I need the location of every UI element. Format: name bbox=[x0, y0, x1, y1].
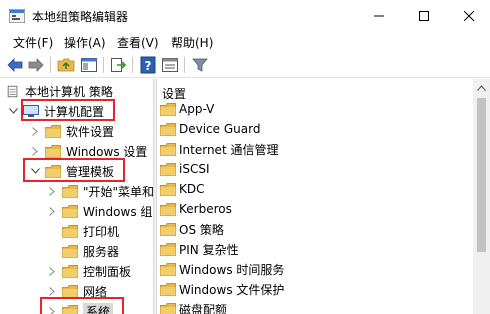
back-arrow-icon[interactable] bbox=[6, 56, 24, 74]
minimize-icon bbox=[374, 15, 384, 16]
minimize-button[interactable] bbox=[356, 0, 402, 31]
folder-icon bbox=[62, 264, 78, 278]
highlight-box-computer-config bbox=[21, 99, 115, 121]
folder-icon bbox=[62, 184, 78, 198]
folder-icon bbox=[160, 302, 176, 314]
chevron-down-icon[interactable] bbox=[8, 101, 18, 121]
forward-arrow-icon[interactable] bbox=[27, 56, 45, 74]
properties-icon[interactable] bbox=[161, 56, 179, 74]
list-item[interactable]: Internet 通信管理 bbox=[160, 139, 278, 159]
highlight-box-system bbox=[40, 297, 124, 314]
list-item-label: Device Guard bbox=[179, 122, 261, 136]
list-item[interactable]: Windows 时间服务 bbox=[160, 259, 284, 279]
list-item-label: KDC bbox=[179, 182, 205, 196]
chevron-right-icon[interactable] bbox=[47, 201, 57, 221]
tree-root[interactable]: 本地计算机 策略 bbox=[6, 81, 113, 101]
folder-icon bbox=[160, 162, 176, 176]
tree-item-windows-components[interactable]: Windows 组 bbox=[47, 201, 152, 221]
list-item-label: Kerberos bbox=[179, 202, 232, 216]
toolbar: ? bbox=[0, 52, 490, 78]
highlight-box-admin-templates bbox=[23, 158, 125, 182]
menu-view[interactable]: 查看(V) bbox=[117, 34, 159, 51]
menu-help[interactable]: 帮助(H) bbox=[171, 34, 213, 51]
folder-icon bbox=[160, 142, 176, 156]
folder-icon bbox=[160, 262, 176, 276]
chevron-right-icon[interactable] bbox=[30, 121, 40, 141]
title-bar: 本地组策略编辑器 bbox=[0, 0, 490, 31]
list-item[interactable]: KDC bbox=[160, 179, 205, 199]
list-item-label: Windows 文件保护 bbox=[179, 282, 285, 297]
tree-item-software-settings[interactable]: 软件设置 bbox=[30, 121, 114, 141]
list-item[interactable]: OS 策略 bbox=[160, 219, 224, 239]
folder-icon bbox=[62, 204, 78, 218]
help-icon[interactable]: ? bbox=[139, 56, 157, 74]
menu-bar: 文件(F) 操作(A) 查看(V) 帮助(H) bbox=[0, 31, 490, 52]
folder-icon bbox=[160, 242, 176, 256]
tree-item-label: Windows 设置 bbox=[66, 144, 148, 159]
tree-item-label: "开始"菜单和 bbox=[83, 184, 153, 199]
show-hide-tree-icon[interactable] bbox=[80, 56, 98, 74]
tree-item-server[interactable]: 服务器 bbox=[62, 241, 119, 261]
list-item[interactable]: iSCSI bbox=[160, 159, 210, 179]
list-item-label: iSCSI bbox=[179, 162, 210, 176]
menu-file[interactable]: 文件(F) bbox=[13, 34, 53, 51]
folder-icon bbox=[160, 102, 176, 116]
folder-icon bbox=[160, 122, 176, 136]
folder-icon bbox=[160, 182, 176, 196]
list-item[interactable]: Windows 文件保护 bbox=[160, 279, 284, 299]
scroll-up-button[interactable] bbox=[473, 79, 490, 96]
folder-icon bbox=[62, 284, 78, 298]
tree-item-label: 服务器 bbox=[83, 244, 120, 259]
list-item-label: App-V bbox=[179, 102, 215, 116]
chevron-right-icon[interactable] bbox=[47, 181, 57, 201]
scroll-thumb[interactable] bbox=[477, 98, 486, 252]
tree-item-label: 控制面板 bbox=[83, 264, 132, 279]
close-icon bbox=[464, 10, 474, 21]
maximize-button[interactable] bbox=[401, 0, 447, 31]
list-item-label: Windows 时间服务 bbox=[179, 262, 285, 277]
folder-icon bbox=[62, 224, 78, 238]
folder-icon bbox=[160, 202, 176, 216]
window-title: 本地组策略编辑器 bbox=[32, 10, 129, 24]
tree-item-label: 打印机 bbox=[83, 224, 120, 239]
tree-item-start-menu[interactable]: "开始"菜单和 bbox=[47, 181, 153, 201]
export-list-icon[interactable] bbox=[109, 56, 127, 74]
app-icon bbox=[9, 9, 25, 23]
list-item[interactable]: App-V bbox=[160, 99, 214, 119]
tree-item-label: Windows 组 bbox=[83, 204, 153, 219]
vertical-scrollbar[interactable] bbox=[473, 79, 490, 314]
folder-icon bbox=[160, 282, 176, 296]
list-item-label: 磁盘配额 bbox=[179, 302, 228, 314]
list-item[interactable]: 磁盘配额 bbox=[160, 299, 227, 314]
folder-icon bbox=[45, 124, 61, 138]
list-item[interactable]: Kerberos bbox=[160, 199, 232, 219]
up-folder-icon[interactable] bbox=[57, 56, 75, 74]
maximize-icon bbox=[419, 10, 429, 21]
tree-item-printers[interactable]: 打印机 bbox=[62, 221, 119, 241]
chevron-right-icon[interactable] bbox=[47, 261, 57, 281]
menu-action[interactable]: 操作(A) bbox=[64, 34, 106, 51]
list-item-label: PIN 复杂性 bbox=[179, 242, 239, 257]
folder-icon bbox=[45, 144, 61, 158]
list-item[interactable]: PIN 复杂性 bbox=[160, 239, 239, 259]
list-item[interactable]: Device Guard bbox=[160, 119, 260, 139]
svg-text:?: ? bbox=[145, 59, 152, 73]
filter-icon[interactable] bbox=[191, 56, 209, 74]
tree-pane: 本地计算机 策略 计算机配置 软件设置 Windows 设置 管理模板 "开始"… bbox=[0, 79, 153, 314]
folder-icon bbox=[62, 244, 78, 258]
tree-item-label: 软件设置 bbox=[66, 124, 115, 139]
tree-item-control-panel[interactable]: 控制面板 bbox=[47, 261, 131, 281]
chevron-up-icon bbox=[477, 84, 486, 91]
list-item-label: OS 策略 bbox=[179, 222, 224, 237]
document-icon bbox=[7, 85, 18, 97]
list-item-label: Internet 通信管理 bbox=[179, 142, 279, 157]
folder-icon bbox=[160, 222, 176, 236]
settings-list-pane: 设置 App-V Device Guard Internet 通信管理 iSCSI KD… bbox=[157, 79, 473, 314]
close-button[interactable] bbox=[446, 0, 490, 31]
tree-root-label: 本地计算机 策略 bbox=[25, 84, 113, 99]
